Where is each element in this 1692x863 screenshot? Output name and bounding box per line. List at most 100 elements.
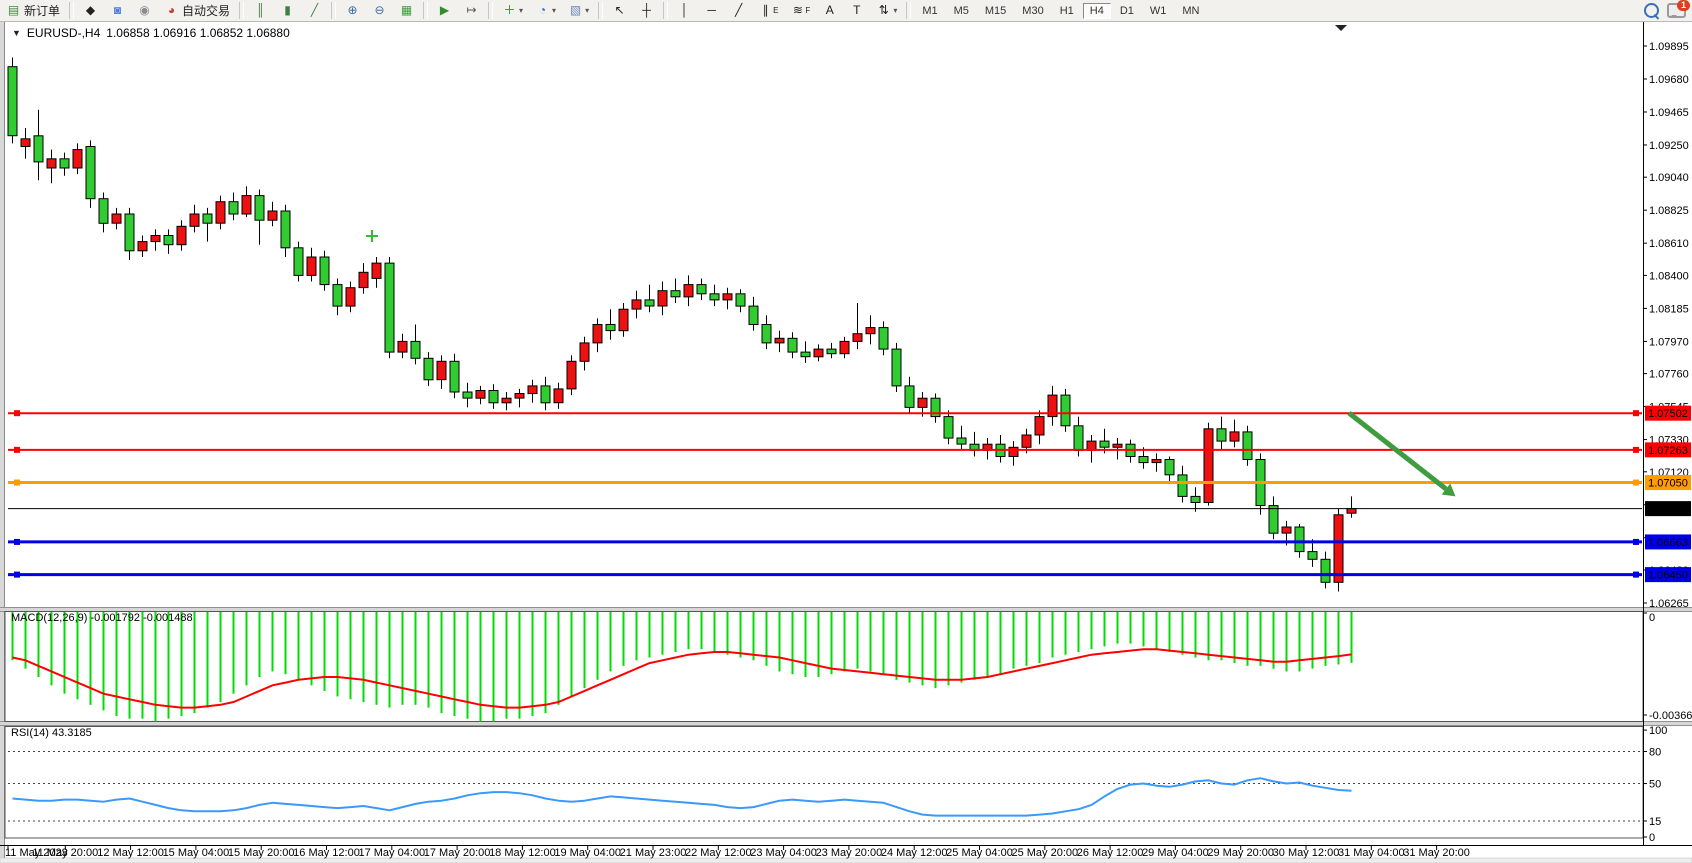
cursor-icon: ↖ [612, 3, 627, 18]
candlestick-chart-button[interactable]: ▮ [275, 0, 300, 21]
toolbar-separator [598, 2, 603, 19]
trendline-button[interactable]: ╱ [726, 0, 751, 21]
horizontal-line-icon: ─ [704, 3, 719, 18]
candle [1269, 506, 1278, 534]
timeframe-m5[interactable]: M5 [947, 3, 976, 19]
metaeditor-icon: ◆ [83, 3, 98, 18]
vertical-line-icon: │ [677, 3, 692, 18]
candle [242, 196, 251, 214]
pane-divider-macd[interactable] [0, 608, 1692, 612]
svg-text:1.09040: 1.09040 [1649, 172, 1689, 184]
crosshair-button[interactable]: ┼ [634, 0, 659, 21]
zoom-in-button[interactable]: ⊕ [340, 0, 365, 21]
chevron-down-icon[interactable]: ▾ [585, 6, 589, 15]
toolbar-separator [663, 2, 668, 19]
line-handle [14, 539, 20, 545]
candle [1243, 432, 1252, 460]
candle [489, 391, 498, 403]
candle [554, 389, 563, 403]
candle [255, 196, 264, 221]
candle [437, 361, 446, 379]
cursor-button[interactable]: ↖ [607, 0, 632, 21]
timeframe-w1[interactable]: W1 [1143, 3, 1174, 19]
candle [125, 214, 134, 251]
indicators-button[interactable]: ＋▾ [497, 0, 528, 21]
horizontal-line-button[interactable]: ─ [699, 0, 724, 21]
metaeditor-button[interactable]: ◆ [78, 0, 103, 21]
community-icon: ◙ [110, 3, 125, 18]
candle [1204, 429, 1213, 503]
timeframe-mn[interactable]: MN [1175, 3, 1206, 19]
candle [229, 202, 238, 214]
candle [294, 248, 303, 276]
chart-shift-button[interactable]: ↦ [459, 0, 484, 21]
equidistant-channel-button[interactable]: ∥E [753, 0, 783, 21]
candle [34, 136, 43, 162]
line-handle [14, 572, 20, 578]
candle [1022, 435, 1031, 447]
candle [60, 159, 69, 168]
candle [86, 147, 95, 199]
auto-scroll-button[interactable]: ▶ [432, 0, 457, 21]
community-button[interactable]: ◙ [105, 0, 130, 21]
signals-button[interactable]: ◉ [132, 0, 157, 21]
candle [658, 291, 667, 306]
candle [411, 341, 420, 358]
tile-windows-button[interactable]: ▦ [394, 0, 419, 21]
timeframe-m1[interactable]: M1 [915, 3, 944, 19]
svg-text:31 May 04:00: 31 May 04:00 [1338, 847, 1405, 859]
autotrading-icon: ◕ [164, 3, 179, 18]
zoom-out-icon: ⊖ [372, 3, 387, 18]
line-handle [14, 410, 20, 416]
search-icon[interactable] [1644, 3, 1659, 18]
notifications-icon[interactable]: 1 [1667, 3, 1686, 18]
vertical-line-button[interactable]: │ [672, 0, 697, 21]
candle [1321, 559, 1330, 582]
bar-chart-button[interactable]: ║ [248, 0, 273, 21]
periods-icon: ◔ [535, 3, 550, 18]
templates-button[interactable]: ▧▾ [563, 0, 594, 21]
svg-text:1.08400: 1.08400 [1649, 270, 1689, 282]
svg-text:16 May 12:00: 16 May 12:00 [293, 847, 360, 859]
templates-icon: ▧ [568, 3, 583, 18]
candle [1152, 460, 1161, 463]
text-label-button[interactable]: T [844, 0, 869, 21]
equidistant-channel-icon: ∥ [758, 3, 773, 18]
candle [1074, 426, 1083, 451]
toolbar-separator [488, 2, 493, 19]
line-chart-button[interactable]: ╱ [302, 0, 327, 21]
periods-button[interactable]: ◔▾ [530, 0, 561, 21]
pane-divider-rsi[interactable] [0, 722, 1692, 726]
text-button[interactable]: A [817, 0, 842, 21]
candle [359, 272, 368, 287]
svg-text:1.07760: 1.07760 [1649, 369, 1689, 381]
candle [372, 263, 381, 278]
svg-text:25 May 20:00: 25 May 20:00 [1011, 847, 1078, 859]
candle [788, 338, 797, 352]
svg-text:29 May 04:00: 29 May 04:00 [1142, 847, 1209, 859]
candle [151, 236, 160, 242]
timeframe-m15[interactable]: M15 [978, 3, 1013, 19]
timeframe-h4[interactable]: H4 [1083, 3, 1111, 19]
fibonacci-button[interactable]: ≋F [785, 0, 815, 21]
line-handle [1633, 480, 1639, 486]
timeframe-d1[interactable]: D1 [1113, 3, 1141, 19]
candle [1230, 432, 1239, 441]
timeframe-h1[interactable]: H1 [1053, 3, 1081, 19]
arrows-tool-button[interactable]: ⇅▾ [871, 0, 902, 21]
zoom-out-button[interactable]: ⊖ [367, 0, 392, 21]
chevron-down-icon[interactable]: ▾ [893, 6, 897, 15]
chevron-down-icon[interactable]: ▾ [552, 6, 556, 15]
svg-text:1.07050: 1.07050 [1648, 478, 1688, 490]
autotrading-label: 自动交易 [182, 2, 230, 19]
timeframe-m30[interactable]: M30 [1015, 3, 1050, 19]
fibonacci-icon: ≋ [790, 3, 805, 18]
chart-canvas[interactable]: 1.098951.096801.094651.092501.090401.088… [0, 0, 1692, 863]
candle [1100, 441, 1109, 447]
chevron-down-icon[interactable]: ▾ [519, 6, 523, 15]
one-click-trading-toggle[interactable]: ▼ [12, 28, 21, 38]
new-order-button[interactable]: ▤新订单 [1, 0, 65, 21]
svg-text:1.07502: 1.07502 [1648, 408, 1688, 420]
candle [710, 294, 719, 300]
autotrading-button[interactable]: ◕自动交易 [159, 0, 235, 21]
